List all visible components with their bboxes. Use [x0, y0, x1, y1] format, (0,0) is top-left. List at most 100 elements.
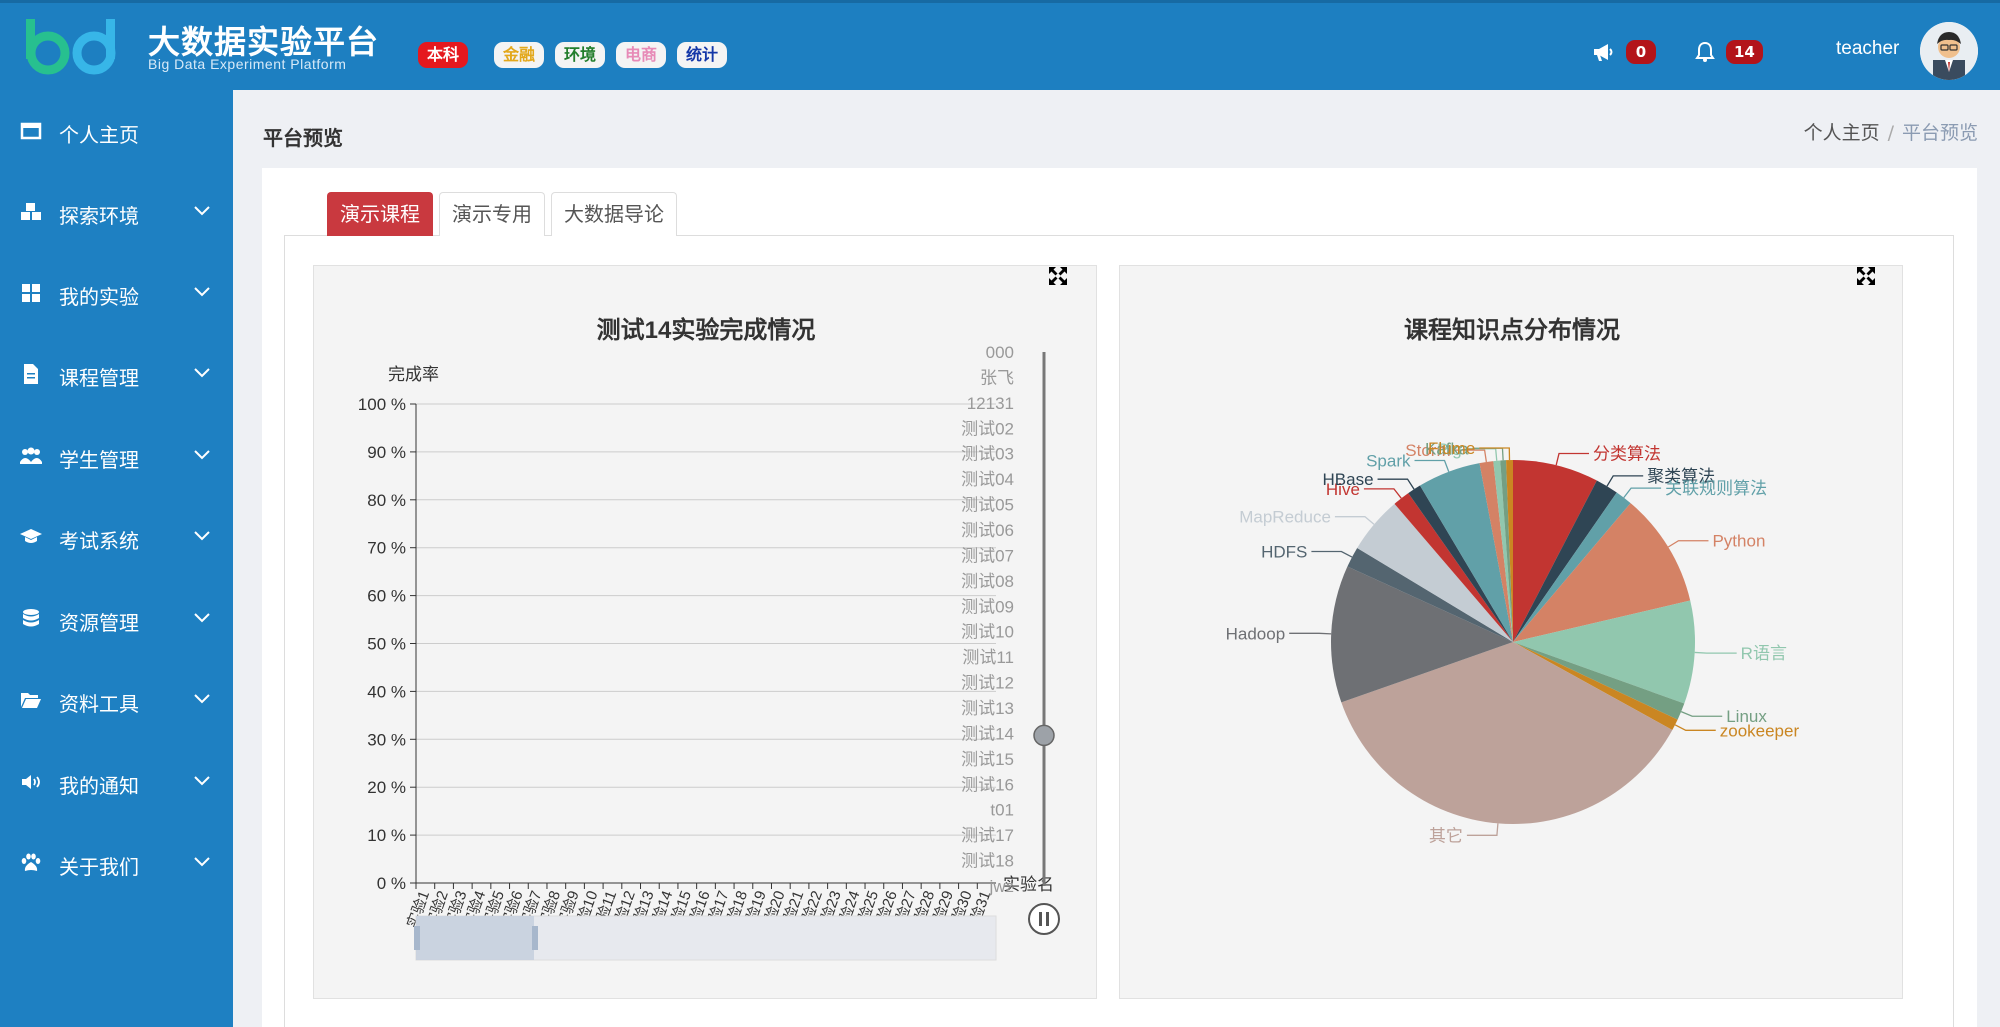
- experiment-completion-card: 测试14实验完成情况 完成率 0 % 10 % 20 % 30 % 40 % 50 % 60 %…: [313, 265, 1097, 999]
- window-icon: [20, 122, 42, 140]
- sidebar-item-explore[interactable]: 探索环境: [0, 172, 233, 252]
- volume-icon: [22, 775, 40, 789]
- sidebar-item-label: 考试系统: [59, 529, 139, 553]
- sidebar-item-label: 我的实验: [59, 285, 139, 309]
- slice-label: Hadoop: [1226, 624, 1286, 643]
- experiment-completion-chart: 测试14实验完成情况完成率 0 % 10 % 20 % 30 % 40 % 50 % 60 %…: [358, 316, 1060, 961]
- fullscreen-icon[interactable]: [1856, 266, 1876, 286]
- timeline-current-marker: [1033, 724, 1055, 747]
- label-line: [1555, 452, 1590, 466]
- tab-bigdata-intro[interactable]: 大数据导论: [551, 192, 677, 236]
- slice-label: R语言: [1741, 644, 1787, 663]
- breadcrumb-separator: /: [1887, 122, 1894, 144]
- sidebar-item-courses[interactable]: 课程管理: [0, 334, 233, 414]
- sidebar-item-about[interactable]: 关于我们: [0, 823, 233, 903]
- label-line: [1466, 823, 1499, 836]
- timeline-label: jwz: [988, 877, 1014, 896]
- chevron-down-icon: [194, 531, 210, 541]
- timeline-play-button[interactable]: [1028, 903, 1060, 935]
- breadcrumb-home[interactable]: 个人主页: [1804, 122, 1880, 144]
- database-icon: [23, 609, 39, 627]
- cubes-icon: [21, 203, 41, 220]
- sidebar-item-label: 个人主页: [59, 123, 139, 147]
- timeline-label: 测试09: [961, 597, 1014, 616]
- chevron-down-icon: [194, 613, 210, 623]
- timeline-label: 测试13: [961, 699, 1014, 718]
- tag-statistics[interactable]: 统计: [677, 42, 728, 68]
- fullscreen-icon[interactable]: [1048, 266, 1068, 286]
- label-line: [1289, 632, 1332, 635]
- bullhorn-icon[interactable]: [1592, 41, 1614, 63]
- y-tick-label: 0 %: [377, 874, 406, 893]
- y-tick-label: 30 %: [367, 730, 406, 749]
- tab-demo-course[interactable]: 演示课程: [327, 192, 433, 236]
- sidebar-item-home[interactable]: 个人主页: [0, 91, 233, 171]
- sidebar-item-label: 关于我们: [59, 855, 139, 879]
- tab-demo-only[interactable]: 演示专用: [439, 192, 545, 236]
- slice-label: Python: [1712, 532, 1765, 551]
- announcement-badge: 0: [1626, 40, 1656, 64]
- zoom-handle: [414, 926, 420, 950]
- pause-bar: [1039, 912, 1042, 926]
- chevron-down-icon: [194, 287, 210, 297]
- top-header: 大数据实验平台 Big Data Experiment Platform 本科 …: [0, 0, 2000, 90]
- sidebar-item-label: 学生管理: [59, 448, 139, 472]
- username[interactable]: teacher: [1836, 38, 1899, 60]
- sidebar-item-exam[interactable]: 考试系统: [0, 497, 233, 577]
- sidebar-item-experiments[interactable]: 我的实验: [0, 253, 233, 333]
- label-line: [1334, 516, 1375, 525]
- chevron-down-icon: [194, 776, 210, 786]
- sidebar-item-resources[interactable]: 资源管理: [0, 579, 233, 659]
- sidebar: 个人主页 探索环境 我的实验 课程管理 学生管理 考试系统 资源管理 资料工具 …: [0, 90, 233, 1027]
- sidebar-item-notices[interactable]: 我的通知: [0, 742, 233, 822]
- sidebar-item-label: 探索环境: [59, 204, 139, 228]
- label-line: [1667, 540, 1709, 548]
- chart-title: 测试14实验完成情况: [597, 316, 816, 344]
- chevron-down-icon: [194, 694, 210, 704]
- timeline-label: 测试03: [961, 445, 1014, 464]
- zoom-slider-window: [416, 916, 534, 960]
- bell-icon[interactable]: [1694, 41, 1716, 63]
- pause-icon: [1028, 903, 1060, 935]
- y-tick-label: 80 %: [367, 491, 406, 510]
- y-axis-label: 完成率: [388, 365, 439, 384]
- knowledge-distribution-card: 课程知识点分布情况 分类算法 聚类算法 关联规则算法 Python R语言 Linux zoo…: [1119, 265, 1903, 999]
- timeline-label: 测试08: [961, 572, 1014, 591]
- slice-label: zookeeper: [1720, 721, 1800, 740]
- page-title: 平台预览: [263, 126, 343, 150]
- tag-environment[interactable]: 环境: [555, 42, 606, 68]
- slice-label: 分类算法: [1593, 445, 1661, 464]
- paw-icon: [21, 853, 41, 871]
- y-tick-label: 20 %: [367, 778, 406, 797]
- tag-ecommerce[interactable]: 电商: [616, 42, 667, 68]
- label-line: [1606, 475, 1644, 487]
- label-line: [1623, 487, 1662, 499]
- timeline-label: t01: [990, 801, 1014, 820]
- sidebar-item-tools[interactable]: 资料工具: [0, 660, 233, 740]
- avatar-image: [1920, 22, 1978, 80]
- label-line: [1363, 488, 1402, 499]
- y-tick-label: 100 %: [358, 395, 406, 414]
- tag-undergrad[interactable]: 本科: [418, 42, 469, 68]
- timeline-label: 张飞: [980, 368, 1014, 387]
- timeline-label: 测试18: [961, 852, 1014, 871]
- label-line: [1674, 724, 1716, 731]
- zoom-handle: [532, 926, 538, 950]
- breadcrumb-current: 平台预览: [1901, 122, 1978, 144]
- timeline-label: 测试07: [961, 546, 1014, 565]
- avatar[interactable]: [1920, 22, 1978, 80]
- notification-badge: 14: [1726, 40, 1763, 64]
- timeline-label: 测试04: [961, 470, 1014, 489]
- label-line: [1680, 711, 1723, 717]
- timeline-label: 测试06: [961, 521, 1014, 540]
- grid-icon: [22, 284, 40, 302]
- sidebar-item-label: 我的通知: [59, 774, 139, 798]
- pause-bar: [1046, 912, 1049, 926]
- timeline-label: 000: [986, 343, 1014, 362]
- chevron-down-icon: [194, 368, 210, 378]
- logo-icon: [26, 19, 116, 75]
- sidebar-item-students[interactable]: 学生管理: [0, 416, 233, 496]
- timeline-label: 测试16: [961, 775, 1014, 794]
- tag-finance[interactable]: 金融: [494, 42, 545, 68]
- sidebar-item-label: 课程管理: [59, 366, 139, 390]
